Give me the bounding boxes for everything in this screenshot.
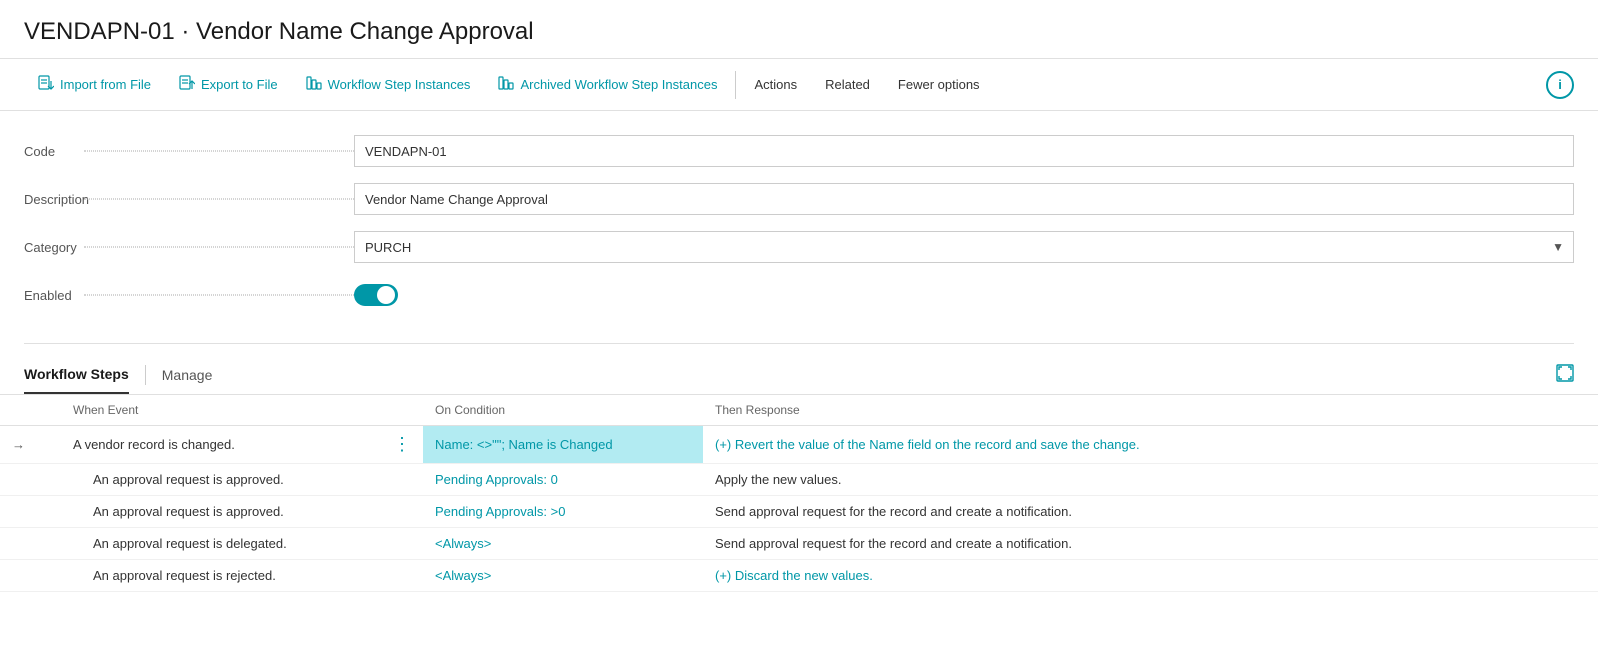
row-condition[interactable]: <Always> (423, 528, 703, 560)
enabled-row: Enabled (24, 279, 1574, 311)
table-row: An approval request is rejected. <Always>… (0, 560, 1598, 592)
workflow-step-instances-icon (306, 75, 322, 95)
row-indent (37, 464, 61, 496)
workflow-table-wrapper: When Event On Condition Then Response →A… (0, 395, 1598, 592)
workflow-steps-tabs: Workflow Steps Manage (24, 356, 212, 394)
row-condition[interactable]: Name: <>""; Name is Changed (423, 426, 703, 464)
tab-separator (145, 365, 146, 385)
table-row: An approval request is delegated. <Always… (0, 528, 1598, 560)
import-label: Import from File (60, 77, 151, 92)
code-input[interactable] (354, 135, 1574, 167)
enabled-toggle-wrapper (354, 284, 398, 306)
row-arrow (0, 528, 37, 560)
related-button[interactable]: Related (811, 59, 884, 110)
row-indent (37, 496, 61, 528)
condition-link[interactable]: Pending Approvals: >0 (435, 504, 565, 519)
condition-link[interactable]: Pending Approvals: 0 (435, 472, 558, 487)
category-label: Category (24, 240, 354, 255)
export-to-file-button[interactable]: Export to File (165, 59, 292, 110)
expand-icon[interactable] (1556, 364, 1574, 387)
description-input[interactable] (354, 183, 1574, 215)
category-select-wrapper: PURCH ▼ (354, 231, 1574, 263)
actions-label: Actions (754, 77, 797, 92)
code-row: Code (24, 135, 1574, 167)
row-condition[interactable]: Pending Approvals: >0 (423, 496, 703, 528)
toolbar: Import from File Export to File Workflow… (0, 59, 1598, 111)
drag-icon[interactable]: ⋮ (393, 434, 411, 454)
workflow-table-body: → A vendor record is changed. ⋮ Name: <>"";… (0, 426, 1598, 592)
table-header-row: When Event On Condition Then Response (0, 395, 1598, 426)
import-from-file-button[interactable]: Import from File (24, 59, 165, 110)
row-drag-handle (381, 560, 423, 592)
actions-button[interactable]: Actions (740, 59, 811, 110)
table-row: An approval request is approved. Pending … (0, 464, 1598, 496)
form-section: Code Description Category PURCH ▼ Enable… (0, 111, 1598, 343)
fewer-options-label: Fewer options (898, 77, 980, 92)
category-row: Category PURCH ▼ (24, 231, 1574, 263)
export-label: Export to File (201, 77, 278, 92)
archived-workflow-step-instances-button[interactable]: Archived Workflow Step Instances (484, 59, 731, 110)
row-response[interactable]: (+) Discard the new values. (703, 560, 1598, 592)
row-arrow: → (0, 426, 37, 464)
tab-workflow-steps[interactable]: Workflow Steps (24, 356, 129, 394)
row-when-event: An approval request is rejected. (61, 560, 381, 592)
export-icon (179, 75, 195, 95)
table-row: An approval request is approved. Pending … (0, 496, 1598, 528)
row-drag-handle (381, 496, 423, 528)
archived-icon (498, 75, 514, 95)
condition-link[interactable]: Name: <>""; Name is Changed (435, 437, 613, 452)
tab-manage[interactable]: Manage (162, 357, 213, 393)
row-drag-handle (381, 528, 423, 560)
workflow-step-instances-button[interactable]: Workflow Step Instances (292, 59, 485, 110)
category-select[interactable]: PURCH (354, 231, 1574, 263)
fewer-options-button[interactable]: Fewer options (884, 59, 994, 110)
row-arrow (0, 464, 37, 496)
workflow-table: When Event On Condition Then Response →A… (0, 395, 1598, 592)
row-response: Send approval request for the record and… (703, 528, 1598, 560)
enabled-toggle[interactable] (354, 284, 398, 306)
import-icon (38, 75, 54, 95)
enabled-label: Enabled (24, 288, 354, 303)
description-row: Description (24, 183, 1574, 215)
th-arrow (0, 395, 37, 426)
row-arrow (0, 560, 37, 592)
description-label: Description (24, 192, 354, 207)
related-label: Related (825, 77, 870, 92)
toolbar-divider (735, 71, 736, 99)
row-indent (37, 528, 61, 560)
toggle-knob (377, 286, 395, 304)
row-when-event: An approval request is approved. (61, 464, 381, 496)
row-indent (37, 560, 61, 592)
row-condition[interactable]: <Always> (423, 560, 703, 592)
code-label: Code (24, 144, 354, 159)
th-drag (381, 395, 423, 426)
workflow-step-instances-label: Workflow Step Instances (328, 77, 471, 92)
row-arrow (0, 496, 37, 528)
th-when-event: When Event (61, 395, 381, 426)
row-condition[interactable]: Pending Approvals: 0 (423, 464, 703, 496)
table-row: → A vendor record is changed. ⋮ Name: <>"";… (0, 426, 1598, 464)
th-indent (37, 395, 61, 426)
workflow-steps-header: Workflow Steps Manage (0, 344, 1598, 395)
row-response[interactable]: (+) Revert the value of the Name field o… (703, 426, 1598, 464)
archived-workflow-step-instances-label: Archived Workflow Step Instances (520, 77, 717, 92)
row-response: Send approval request for the record and… (703, 496, 1598, 528)
th-on-condition: On Condition (423, 395, 703, 426)
row-when-event: An approval request is delegated. (61, 528, 381, 560)
response-link[interactable]: (+) Discard the new values. (715, 568, 873, 583)
condition-link[interactable]: <Always> (435, 568, 491, 583)
row-response: Apply the new values. (703, 464, 1598, 496)
row-indent (37, 426, 61, 464)
th-then-response: Then Response (703, 395, 1598, 426)
row-drag-handle (381, 464, 423, 496)
toolbar-right: i (1546, 71, 1574, 99)
page-title: VENDAPN-01 · Vendor Name Change Approval (0, 0, 1598, 59)
response-link[interactable]: (+) Revert the value of the Name field o… (715, 437, 1140, 452)
row-when-event: A vendor record is changed. (61, 426, 381, 464)
condition-link[interactable]: <Always> (435, 536, 491, 551)
info-button[interactable]: i (1546, 71, 1574, 99)
row-drag-handle[interactable]: ⋮ (381, 426, 423, 464)
row-when-event: An approval request is approved. (61, 496, 381, 528)
